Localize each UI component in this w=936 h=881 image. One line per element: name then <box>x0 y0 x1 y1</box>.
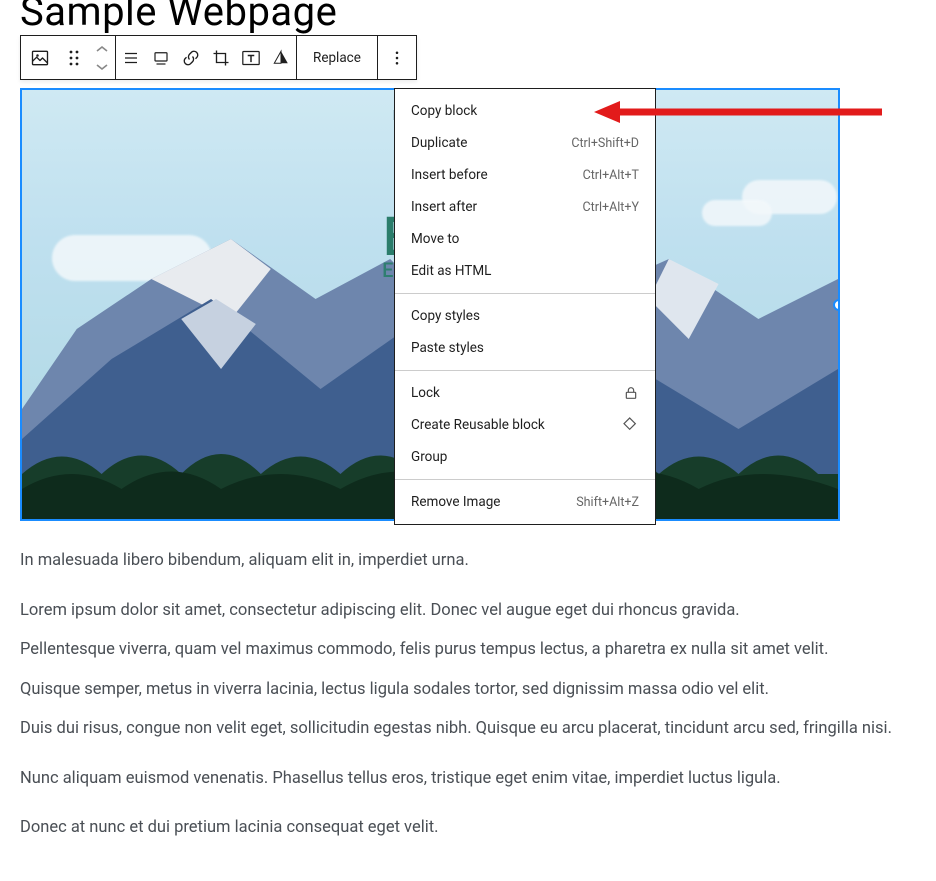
menu-shortcut: Ctrl+Shift+D <box>571 136 639 151</box>
menu-label: Insert after <box>411 199 477 215</box>
menu-group[interactable]: Group <box>395 441 655 473</box>
menu-label: Remove Image <box>411 494 500 510</box>
move-down-icon[interactable] <box>89 58 115 76</box>
lock-icon <box>623 385 639 401</box>
paragraph[interactable]: Duis dui risus, congue non velit eget, s… <box>20 716 900 742</box>
align-icon[interactable] <box>116 36 146 79</box>
menu-label: Paste styles <box>411 340 484 356</box>
menu-duplicate[interactable]: Duplicate Ctrl+Shift+D <box>395 127 655 159</box>
menu-paste-styles[interactable]: Paste styles <box>395 332 655 364</box>
more-options-icon[interactable] <box>378 36 416 79</box>
menu-label: Copy block <box>411 103 477 119</box>
menu-shortcut: Ctrl+Alt+Y <box>583 200 639 215</box>
menu-shortcut: Shift+Alt+Z <box>576 495 639 510</box>
paragraph[interactable]: Donec at nunc et dui pretium lacinia con… <box>20 815 900 841</box>
menu-label: Move to <box>411 231 459 247</box>
menu-label: Group <box>411 449 447 465</box>
block-type-image-icon[interactable] <box>21 36 59 79</box>
crop-icon[interactable] <box>206 36 236 79</box>
menu-lock[interactable]: Lock <box>395 377 655 409</box>
menu-insert-before[interactable]: Insert before Ctrl+Alt+T <box>395 159 655 191</box>
menu-copy-styles[interactable]: Copy styles <box>395 300 655 332</box>
menu-move-to[interactable]: Move to <box>395 223 655 255</box>
duotone-icon[interactable] <box>266 36 296 79</box>
page-title: Sample Webpage <box>20 0 337 35</box>
menu-remove-image[interactable]: Remove Image Shift+Alt+Z <box>395 486 655 518</box>
menu-shortcut: Ctrl+Alt+T <box>583 168 639 183</box>
block-mover[interactable] <box>89 36 115 79</box>
paragraph[interactable]: Quisque semper, metus in viverra lacinia… <box>20 677 900 703</box>
menu-insert-after[interactable]: Insert after Ctrl+Alt+Y <box>395 191 655 223</box>
menu-label: Copy styles <box>411 308 480 324</box>
move-up-icon[interactable] <box>89 40 115 58</box>
reusable-icon <box>623 417 639 433</box>
block-options-menu: Copy block Duplicate Ctrl+Shift+D Insert… <box>394 88 656 525</box>
menu-create-reusable-block[interactable]: Create Reusable block <box>395 409 655 441</box>
block-toolbar: Replace <box>20 35 417 80</box>
paragraph[interactable]: Pellentesque viverra, quam vel maximus c… <box>20 637 900 663</box>
menu-label: Insert before <box>411 167 488 183</box>
paragraph[interactable]: Lorem ipsum dolor sit amet, consectetur … <box>20 598 900 624</box>
content-paragraphs: In malesuada libero bibendum, aliquam el… <box>20 548 900 865</box>
annotation-arrow <box>594 101 884 123</box>
menu-label: Lock <box>411 385 440 401</box>
menu-label: Duplicate <box>411 135 467 151</box>
replace-button[interactable]: Replace <box>297 36 377 79</box>
paragraph[interactable]: In malesuada libero bibendum, aliquam el… <box>20 548 900 574</box>
resize-handle-right[interactable] <box>833 299 840 311</box>
link-icon[interactable] <box>176 36 206 79</box>
paragraph[interactable]: Nunc aliquam euismod venenatis. Phasellu… <box>20 766 900 792</box>
menu-label: Edit as HTML <box>411 263 491 279</box>
caption-icon[interactable] <box>146 36 176 79</box>
drag-handle-icon[interactable] <box>59 36 89 79</box>
menu-edit-as-html[interactable]: Edit as HTML <box>395 255 655 287</box>
text-overlay-icon[interactable] <box>236 36 266 79</box>
menu-label: Create Reusable block <box>411 417 545 433</box>
